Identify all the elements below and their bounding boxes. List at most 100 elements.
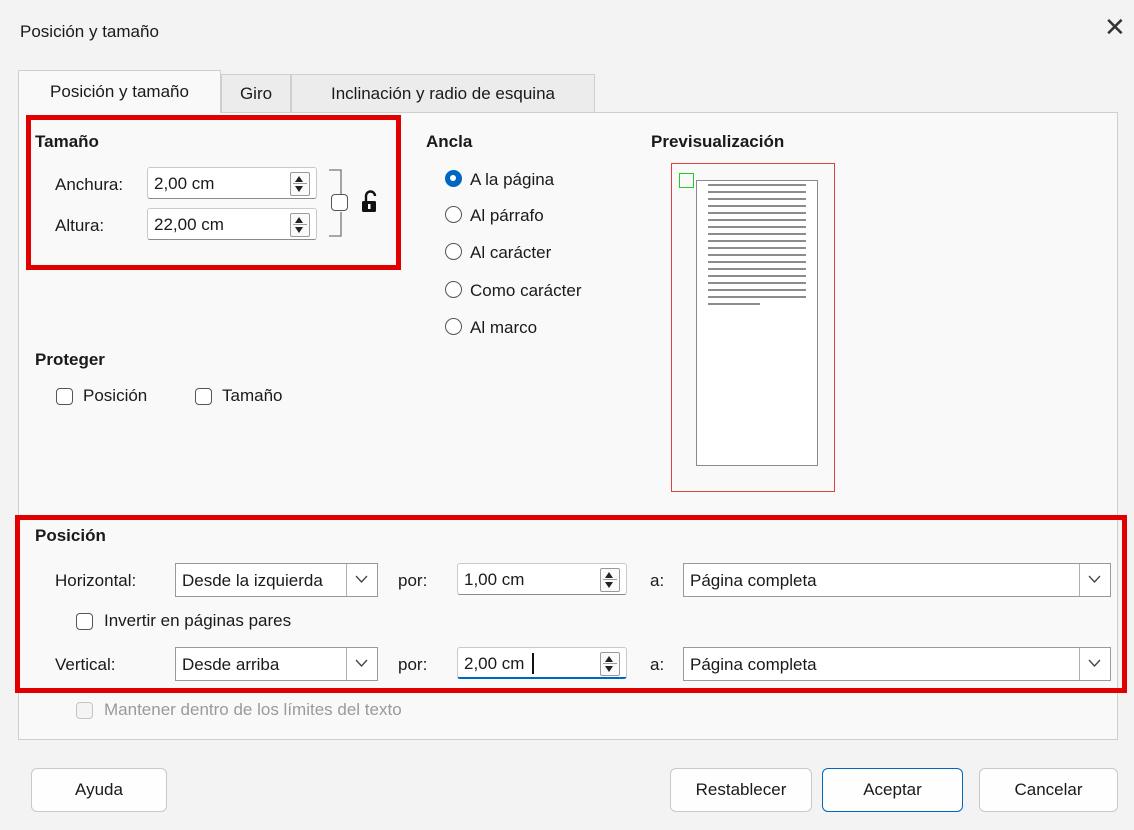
preview-text-line: [708, 233, 806, 235]
spin-up-icon[interactable]: [295, 217, 303, 223]
vertical-by-spin-arrows[interactable]: [600, 652, 620, 676]
preview-text-line: [708, 289, 806, 291]
spin-down-icon[interactable]: [295, 186, 303, 192]
preview-text-line: [708, 303, 760, 305]
tab-panel: [18, 112, 1118, 740]
horizontal-to-dropdown[interactable]: Página completa: [683, 563, 1111, 597]
horizontal-by-spinbox[interactable]: 1,00 cm: [457, 563, 627, 595]
spin-up-icon[interactable]: [295, 176, 303, 182]
spin-divider: [293, 183, 307, 184]
chevron-down-icon[interactable]: [346, 564, 377, 596]
vertical-by-spinbox[interactable]: 2,00 cm: [457, 647, 627, 679]
horizontal-value: Desde la izquierda: [182, 571, 323, 590]
lock-open-icon[interactable]: [361, 190, 379, 214]
anchor-as-character-label[interactable]: Como carácter: [470, 281, 581, 301]
anchor-heading: Ancla: [426, 132, 473, 151]
mirror-even-pages-checkbox[interactable]: [76, 613, 93, 630]
close-icon[interactable]: ✕: [1104, 14, 1126, 40]
keep-ratio-checkbox[interactable]: [331, 194, 348, 211]
preview-text-line: [708, 184, 806, 186]
keep-inside-text-label: Mantener dentro de los límites del texto: [104, 700, 402, 719]
vertical-to-label: a:: [650, 655, 665, 674]
reset-button[interactable]: Restablecer: [670, 768, 812, 812]
preview-text-line: [708, 282, 806, 284]
preview-text-line: [708, 254, 806, 256]
width-label: Anchura:: [55, 175, 124, 194]
size-heading: Tamaño: [35, 132, 99, 151]
ok-button[interactable]: Aceptar: [822, 768, 963, 812]
spin-up-icon[interactable]: [605, 572, 613, 578]
height-label: Altura:: [55, 216, 105, 235]
preview-text-line: [708, 219, 806, 221]
vertical-label: Vertical:: [55, 655, 116, 674]
width-spin-arrows[interactable]: [290, 172, 310, 196]
anchor-character-label[interactable]: Al carácter: [470, 243, 551, 263]
horizontal-label: Horizontal:: [55, 571, 137, 590]
chevron-down-icon[interactable]: [346, 648, 377, 680]
preview-object-marker: [679, 173, 694, 188]
horizontal-dropdown[interactable]: Desde la izquierda: [175, 563, 378, 597]
preview-text-line: [708, 191, 806, 193]
vertical-dropdown[interactable]: Desde arriba: [175, 647, 378, 681]
text-cursor: [532, 653, 534, 674]
cancel-button[interactable]: Cancelar: [979, 768, 1118, 812]
vertical-by-value: 2,00 cm: [464, 654, 525, 673]
horizontal-to-label: a:: [650, 571, 665, 590]
spin-down-icon[interactable]: [605, 666, 613, 672]
width-value: 2,00 cm: [154, 174, 215, 193]
mirror-even-pages-label[interactable]: Invertir en páginas pares: [104, 611, 291, 631]
protect-size-checkbox[interactable]: [195, 388, 212, 405]
chevron-down-icon[interactable]: [1079, 564, 1110, 596]
anchor-page-label[interactable]: A la página: [470, 170, 554, 190]
protect-position-checkbox[interactable]: [56, 388, 73, 405]
preview-text-line: [708, 240, 806, 242]
vertical-value: Desde arriba: [182, 655, 280, 674]
spin-up-icon[interactable]: [605, 656, 613, 662]
spin-divider: [293, 224, 307, 225]
preview-text-line: [708, 212, 806, 214]
anchor-as-character-radio[interactable]: [445, 281, 462, 298]
protect-size-label[interactable]: Tamaño: [222, 386, 282, 406]
anchor-frame-label[interactable]: Al marco: [470, 318, 537, 338]
horizontal-by-label: por:: [398, 571, 428, 590]
spin-down-icon[interactable]: [295, 227, 303, 233]
width-spinbox[interactable]: 2,00 cm: [147, 167, 317, 199]
preview-text-line: [708, 268, 806, 270]
horizontal-by-value: 1,00 cm: [464, 570, 525, 589]
preview-text-line: [708, 198, 806, 200]
anchor-paragraph-radio[interactable]: [445, 206, 462, 223]
preview-heading: Previsualización: [651, 132, 785, 151]
preview-text-line: [708, 247, 806, 249]
anchor-frame-radio[interactable]: [445, 318, 462, 335]
vertical-to-dropdown[interactable]: Página completa: [683, 647, 1111, 681]
dialog-title: Posición y tamaño: [20, 22, 159, 41]
height-spinbox[interactable]: 22,00 cm: [147, 208, 317, 240]
horizontal-to-value: Página completa: [690, 571, 817, 590]
tab-position-size[interactable]: Posición y tamaño: [18, 70, 221, 113]
vertical-to-value: Página completa: [690, 655, 817, 674]
tab-rotation[interactable]: Giro: [221, 74, 291, 112]
spin-divider: [603, 663, 617, 664]
preview-text-line: [708, 261, 806, 263]
preview-page: [696, 180, 818, 466]
protect-heading: Proteger: [35, 350, 105, 369]
preview-text-line: [708, 296, 806, 298]
anchor-paragraph-label[interactable]: Al párrafo: [470, 206, 544, 226]
spin-divider: [603, 579, 617, 580]
keep-inside-text-checkbox: [76, 702, 93, 719]
protect-position-label[interactable]: Posición: [83, 386, 147, 406]
tab-slant-corner-radius[interactable]: Inclinación y radio de esquina: [291, 74, 595, 112]
chevron-down-icon[interactable]: [1079, 648, 1110, 680]
height-value: 22,00 cm: [154, 215, 224, 234]
horizontal-by-spin-arrows[interactable]: [600, 568, 620, 592]
anchor-page-radio[interactable]: [445, 170, 462, 187]
anchor-character-radio[interactable]: [445, 243, 462, 260]
height-spin-arrows[interactable]: [290, 213, 310, 237]
position-heading: Posición: [35, 526, 106, 545]
preview-text-line: [708, 275, 806, 277]
spin-down-icon[interactable]: [605, 582, 613, 588]
preview-text-line: [708, 205, 806, 207]
preview-text-line: [708, 226, 806, 228]
vertical-by-label: por:: [398, 655, 428, 674]
help-button[interactable]: Ayuda: [31, 768, 167, 812]
